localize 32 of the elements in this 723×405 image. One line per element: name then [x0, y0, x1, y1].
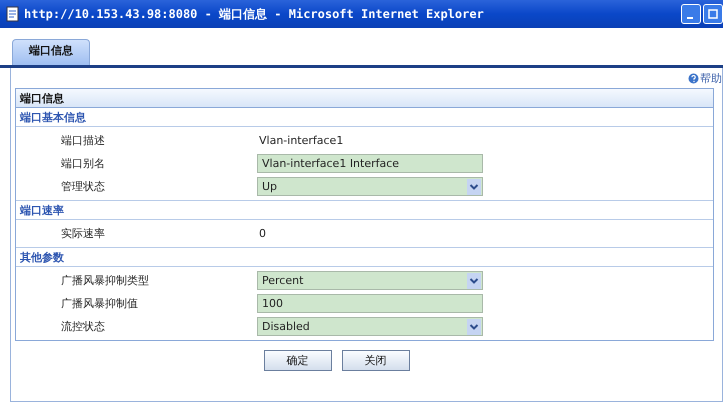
minimize-icon: [687, 17, 693, 19]
chevron-down-icon: [467, 318, 481, 334]
dropdown[interactable]: Percent: [257, 271, 483, 290]
window-title: http://10.153.43.98:8080 - 端口信息 - Microsoft Internet Explorer: [24, 6, 484, 22]
section-title: 端口速率: [20, 202, 64, 218]
input-field[interactable]: Vlan-interface1 Interface: [257, 154, 483, 173]
field-label: 实际速率: [60, 226, 106, 241]
dropdown[interactable]: Up: [257, 177, 483, 196]
dialog-button[interactable]: 关闭: [342, 350, 410, 371]
section-title: 其他参数: [20, 250, 64, 264]
field-label: 端口别名: [60, 156, 106, 171]
tab[interactable]: 端口信息: [12, 39, 90, 65]
chevron-down-icon: [467, 272, 481, 288]
field-label: 端口描述: [60, 133, 106, 148]
dropdown[interactable]: Disabled: [257, 317, 483, 336]
field-value: Vlan-interface1: [258, 134, 344, 147]
field-label: 广播风暴抑制值: [60, 296, 139, 311]
section-title: 端口基本信息: [20, 110, 86, 124]
field-value: 0: [258, 227, 266, 240]
chevron-down-icon: [467, 178, 481, 194]
help-link[interactable]: 帮助: [688, 70, 722, 86]
page-icon: [6, 6, 20, 22]
panel-title: 端口信息: [20, 90, 64, 106]
help-icon: [688, 72, 699, 84]
minimize-button[interactable]: [681, 4, 701, 24]
field-label: 管理状态: [60, 179, 106, 194]
field-label: 广播风暴抑制类型: [60, 273, 150, 288]
input-field[interactable]: 100: [257, 294, 483, 313]
maximize-button[interactable]: [703, 4, 723, 24]
maximize-icon: [708, 9, 718, 19]
field-label: 流控状态: [60, 319, 106, 334]
dialog-button[interactable]: 确定: [264, 350, 332, 371]
